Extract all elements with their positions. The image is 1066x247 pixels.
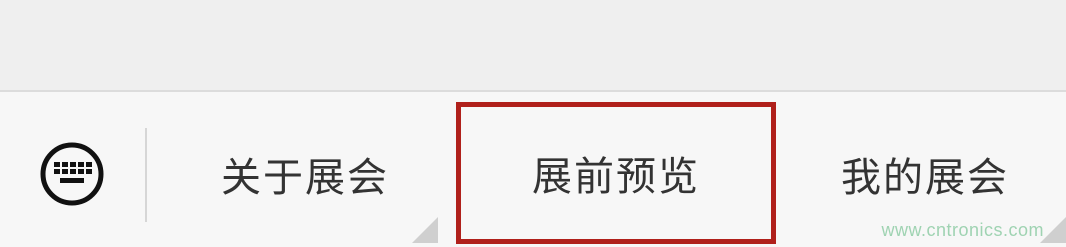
submenu-corner-indicator: [412, 217, 438, 243]
menu-item-label: 展前预览: [532, 154, 700, 200]
menu-item-preview[interactable]: 展前预览: [456, 102, 776, 244]
watermark: www.cntronics.com: [881, 220, 1044, 240]
menu-item-label: 我的展会: [841, 155, 1009, 201]
content-area: [0, 0, 1066, 90]
menu-divider: [145, 128, 147, 222]
bottom-menu-bar: 关于展会 展前预览 我的展会 www.cntronics.com: [0, 90, 1066, 247]
menu-item-about-exhibition[interactable]: 关于展会: [160, 106, 450, 242]
keyboard-icon: [40, 142, 104, 206]
app-screen: 关于展会 展前预览 我的展会 www.cntronics.com: [0, 0, 1066, 247]
keyboard-toggle-button[interactable]: [32, 142, 112, 206]
menu-item-label: 关于展会: [221, 155, 389, 201]
